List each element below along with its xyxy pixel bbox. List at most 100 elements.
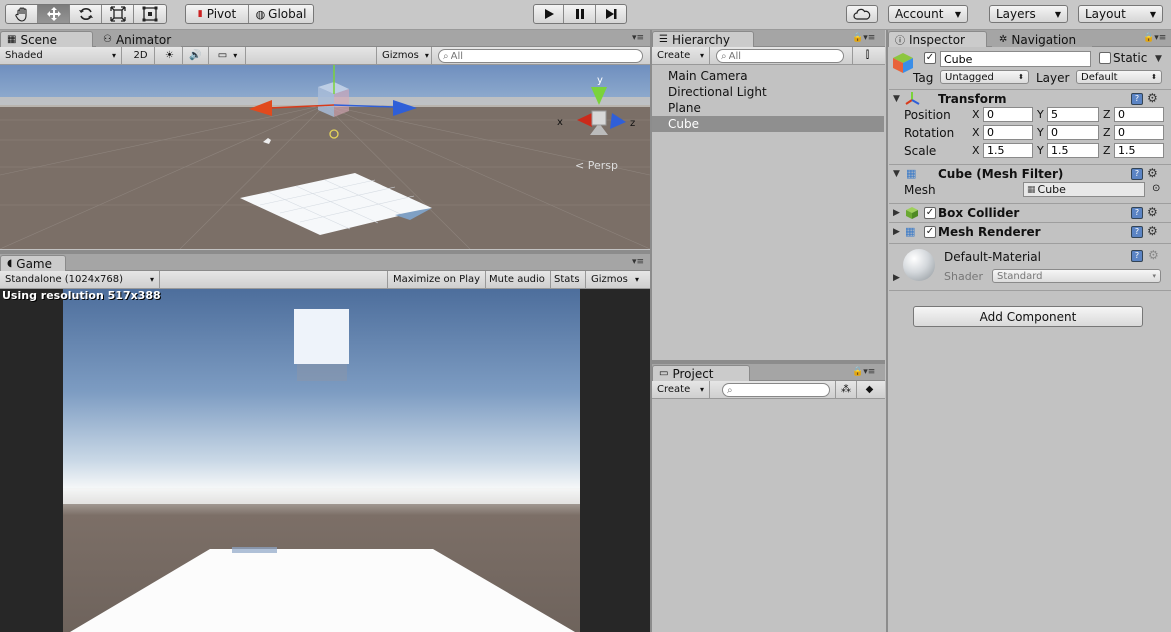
rotation-x-field[interactable] <box>983 125 1033 140</box>
stats-toggle[interactable]: Stats <box>549 271 586 288</box>
mesh-object-field[interactable]: ▦ Cube <box>1023 182 1145 197</box>
rect-tool-button[interactable] <box>134 5 166 23</box>
position-x-input[interactable] <box>987 108 1032 121</box>
tab-inspector[interactable]: ⓘ Inspector <box>888 31 987 47</box>
panel-lock-icon[interactable]: 🔒▾≡ <box>1143 33 1166 43</box>
position-y-input[interactable] <box>1051 108 1098 121</box>
tab-project[interactable]: ▭ Project <box>652 365 750 381</box>
search-by-type-button[interactable]: ⁂ <box>835 381 857 398</box>
foldout-collapsed-icon[interactable]: ▶ <box>893 273 900 283</box>
scene-viewport[interactable]: y x z < Persp <box>0 65 651 250</box>
foldout-collapsed-icon[interactable]: ▶ <box>893 208 900 218</box>
global-toggle[interactable]: ◍ Global <box>249 5 313 23</box>
hierarchy-item-plane[interactable]: Plane <box>652 100 884 116</box>
add-component-button[interactable]: Add Component <box>913 306 1143 327</box>
mesh-renderer-enabled-checkbox[interactable]: ✓ <box>924 226 936 238</box>
position-x-field[interactable] <box>983 107 1033 122</box>
mode-2d-toggle[interactable]: 2D <box>127 47 155 64</box>
gear-icon[interactable]: ⚙ <box>1148 248 1159 262</box>
foldout-expanded-icon[interactable]: ▼ <box>893 94 900 104</box>
scale-z-field[interactable] <box>1114 143 1164 158</box>
scene-gizmos-dropdown[interactable]: Gizmos ▾ <box>376 47 432 64</box>
panel-menu-icon[interactable]: ▾≡ <box>632 33 644 43</box>
scale-y-input[interactable] <box>1051 144 1098 157</box>
panel-menu-icon[interactable]: ▾≡ <box>632 257 644 267</box>
mute-audio-toggle[interactable]: Mute audio <box>484 271 551 288</box>
rotation-z-input[interactable] <box>1118 126 1163 139</box>
mesh-renderer-header[interactable]: ▶ ▦ ✓ Mesh Renderer ? ⚙ <box>889 222 1171 241</box>
rotate-tool-button[interactable] <box>70 5 102 23</box>
position-y-field[interactable] <box>1047 107 1099 122</box>
pivot-toggle[interactable]: ▮ Pivot <box>186 5 250 23</box>
aspect-dropdown[interactable]: Standalone (1024x768) ▾ <box>0 271 160 288</box>
gear-icon[interactable]: ⚙ <box>1147 224 1158 238</box>
layers-dropdown[interactable]: Layers ▼ <box>989 5 1068 23</box>
cloud-button[interactable] <box>846 5 878 23</box>
scale-x-input[interactable] <box>987 144 1032 157</box>
play-button[interactable] <box>534 5 565 23</box>
active-checkbox[interactable]: ✓ <box>924 52 936 64</box>
game-viewport[interactable]: Using resolution 517x388 <box>0 289 650 632</box>
help-icon[interactable]: ? <box>1131 168 1143 180</box>
rotation-x-input[interactable] <box>987 126 1032 139</box>
hierarchy-item-main-camera[interactable]: Main Camera <box>652 68 884 84</box>
box-collider-enabled-checkbox[interactable]: ✓ <box>924 207 936 219</box>
tab-scene[interactable]: ▦ Scene <box>0 31 93 47</box>
static-dropdown-icon[interactable]: ▼ <box>1155 54 1162 64</box>
tag-dropdown[interactable]: Untagged ⬍ <box>940 70 1029 84</box>
object-name-input[interactable] <box>944 52 1090 66</box>
help-icon[interactable]: ? <box>1131 207 1143 219</box>
gear-icon[interactable]: ⚙ <box>1147 205 1158 219</box>
search-by-label-button[interactable]: ◆ <box>857 381 882 398</box>
splitter-vertical[interactable] <box>650 30 652 632</box>
gear-icon[interactable]: ⚙ <box>1147 91 1158 105</box>
game-gizmos-dropdown[interactable]: Gizmos ▾ <box>586 271 644 288</box>
pause-button[interactable] <box>564 5 596 23</box>
scale-x-field[interactable] <box>983 143 1033 158</box>
mesh-filter-header[interactable]: ▼ ▦ Cube (Mesh Filter) ? ⚙ <box>889 164 1171 183</box>
help-icon[interactable]: ? <box>1131 250 1143 262</box>
move-tool-button[interactable] <box>38 5 70 23</box>
tab-navigation[interactable]: ✲ Navigation <box>992 31 1092 47</box>
panel-lock-icon[interactable]: 🔒▾≡ <box>852 33 875 43</box>
hierarchy-item-cube[interactable]: Cube <box>652 116 884 132</box>
hierarchy-filter-button[interactable]: ⫿ <box>852 47 882 64</box>
hierarchy-item-directional-light[interactable]: Directional Light <box>652 84 884 100</box>
tab-animator[interactable]: ⚇ Animator <box>96 31 181 47</box>
project-search-input[interactable]: ⌕ <box>722 383 830 397</box>
project-create-dropdown[interactable]: Create ▾ <box>652 381 710 398</box>
account-dropdown[interactable]: Account ▼ <box>888 5 968 23</box>
static-checkbox[interactable] <box>1099 52 1111 64</box>
hierarchy-create-dropdown[interactable]: Create ▾ <box>652 47 710 64</box>
lighting-toggle[interactable]: ☀ <box>157 47 183 64</box>
scale-z-input[interactable] <box>1118 144 1163 157</box>
maximize-on-play-toggle[interactable]: Maximize on Play <box>387 271 487 288</box>
position-z-input[interactable] <box>1118 108 1163 121</box>
step-button[interactable] <box>596 5 626 23</box>
box-collider-header[interactable]: ▶ ✓ Box Collider ? ⚙ <box>889 203 1171 222</box>
layer-dropdown[interactable]: Default ⬍ <box>1076 70 1162 84</box>
object-picker-icon[interactable]: ⊙ <box>1152 183 1160 194</box>
perspective-label[interactable]: < Persp <box>575 159 618 172</box>
audio-toggle[interactable]: 🔊 <box>183 47 209 64</box>
tab-game[interactable]: ◖ Game <box>0 255 66 271</box>
rotation-y-field[interactable] <box>1047 125 1099 140</box>
scale-tool-button[interactable] <box>102 5 134 23</box>
scene-search-field[interactable] <box>450 50 642 62</box>
shader-dropdown[interactable]: Standard ▾ <box>992 269 1161 283</box>
splitter-horizontal[interactable] <box>0 250 650 254</box>
position-z-field[interactable] <box>1114 107 1164 122</box>
hand-tool-button[interactable] <box>6 5 38 23</box>
help-icon[interactable]: ? <box>1131 226 1143 238</box>
hierarchy-search-field[interactable] <box>728 50 843 62</box>
shading-mode-dropdown[interactable]: Shaded ▾ <box>0 47 122 64</box>
foldout-collapsed-icon[interactable]: ▶ <box>893 227 900 237</box>
layout-dropdown[interactable]: Layout ▼ <box>1078 5 1163 23</box>
scene-search-input[interactable]: ⌕ <box>438 49 643 63</box>
object-name-field[interactable] <box>940 51 1091 67</box>
help-icon[interactable]: ? <box>1131 93 1143 105</box>
splitter-horizontal[interactable] <box>652 360 885 364</box>
panel-lock-icon[interactable]: 🔒▾≡ <box>852 367 875 377</box>
effects-dropdown[interactable]: ▭ ▾ <box>210 47 246 64</box>
gear-icon[interactable]: ⚙ <box>1147 166 1158 180</box>
